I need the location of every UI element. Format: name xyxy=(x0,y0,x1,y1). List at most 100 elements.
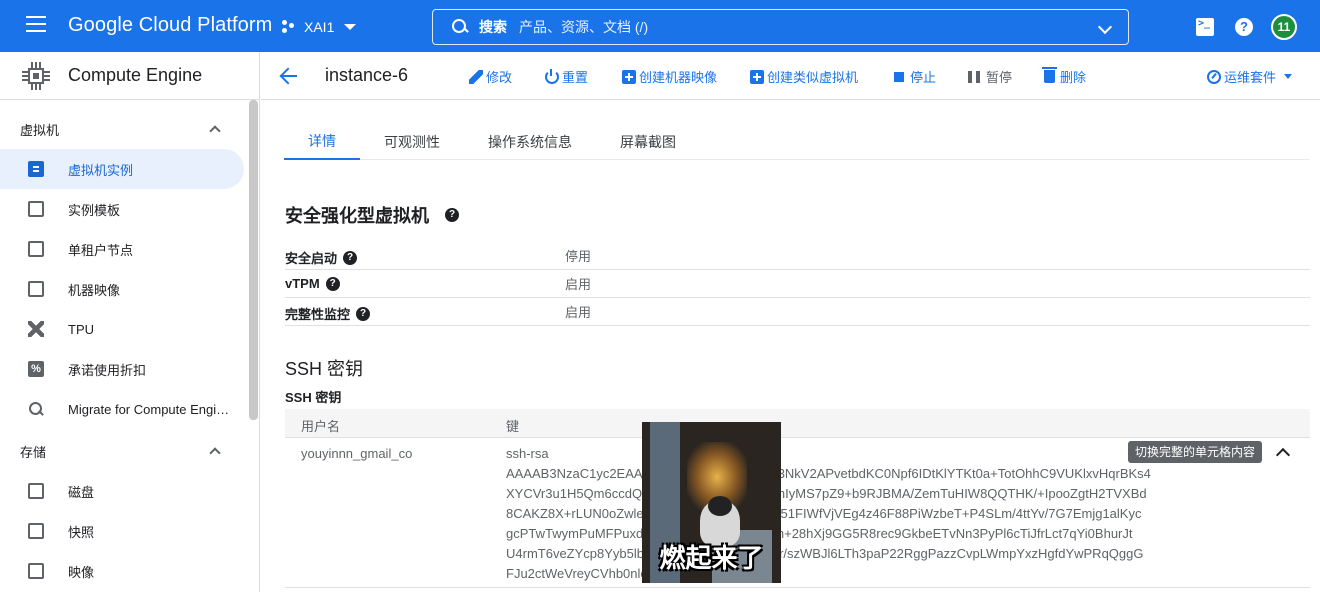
sidebar-item-label: 虚拟机实例 xyxy=(68,162,134,178)
tpu-icon xyxy=(28,321,44,337)
delete-button[interactable]: 删除 xyxy=(1042,67,1087,86)
sidebar-item-tpu[interactable]: TPU xyxy=(0,309,259,349)
help-icon[interactable]: ? xyxy=(325,276,340,291)
sidebar-item-migrate[interactable]: Migrate for Compute Engi… xyxy=(0,389,259,429)
image-icon xyxy=(28,563,44,579)
ssh-key-line: 8CAKZ8X+rLUN0oZwle N0XTL7E8Uu8C+IVXZ51FI… xyxy=(506,506,1142,521)
create-machine-image-label: 创建机器映像 xyxy=(639,70,718,85)
sidebar-item-label: Migrate for Compute Engi… xyxy=(68,401,230,417)
search-placeholder: 产品、资源、文档 (/) xyxy=(519,19,649,35)
ssh-key-value: ssh-rsa AAAAB3NzaC1yc2EAAA 5Tz50BKTju36y… xyxy=(506,444,1271,584)
help-icon[interactable]: ? xyxy=(445,208,459,222)
ssh-key-line: XYCVr3u1H5Qm6ccdQV Nbq44sj8aa0wt5UzhthIy… xyxy=(506,486,1147,501)
back-arrow-icon[interactable] xyxy=(279,66,299,86)
sole-tenant-icon xyxy=(28,241,44,257)
video-caption: 燃起来了 xyxy=(659,544,764,574)
create-machine-image-button[interactable]: 创建机器映像 xyxy=(622,67,717,86)
sidebar-item-label: 机器映像 xyxy=(68,282,121,298)
vtpm-value: 启用 xyxy=(565,277,592,292)
snapshot-icon xyxy=(28,523,44,539)
ssh-keys-title: SSH 密钥 xyxy=(285,359,364,379)
sidebar-item-machine-images[interactable]: 机器映像 xyxy=(0,269,259,309)
avatar[interactable]: 11 xyxy=(1271,14,1297,40)
sidebar-item-label: 磁盘 xyxy=(68,484,95,500)
sidebar-item-label: 快照 xyxy=(68,524,95,540)
sidebar-item-snapshots[interactable]: 快照 xyxy=(0,511,259,551)
vtpm-label: vTPM xyxy=(285,276,320,291)
shielded-vm-title: 安全强化型虚拟机 ? xyxy=(285,202,459,228)
compute-engine-icon xyxy=(22,61,50,90)
help-icon[interactable]: ? xyxy=(356,306,371,321)
ops-suite-label: 运维套件 xyxy=(1224,70,1277,85)
project-dots-icon xyxy=(282,20,296,34)
ssh-key-line: FJu2ctWeVreyCVhb0nle o xyxy=(506,566,659,581)
sidebar-scrollbar[interactable] xyxy=(249,100,258,420)
project-selector[interactable]: XAI1 xyxy=(282,14,357,40)
help-icon[interactable]: ? xyxy=(343,250,358,265)
sidebar: Compute Engine 虚拟机 虚拟机实例 实例模板 单租户节点 机器映像… xyxy=(0,52,260,592)
add-box-icon xyxy=(750,69,764,84)
ssh-keys-subtitle: SSH 密钥 xyxy=(285,390,342,405)
secure-boot-value: 停用 xyxy=(565,249,592,264)
pause-icon xyxy=(968,70,980,83)
sidebar-item-vm-instances[interactable]: 虚拟机实例 xyxy=(0,149,244,189)
caret-down-icon xyxy=(1284,74,1293,79)
pencil-icon xyxy=(469,69,483,84)
sidebar-item-disks[interactable]: 磁盘 xyxy=(0,471,259,511)
sidebar-section-vm[interactable]: 虚拟机 xyxy=(0,109,259,149)
power-icon xyxy=(545,68,559,84)
tab-screenshot[interactable]: 屏幕截图 xyxy=(596,124,700,160)
section-label: 虚拟机 xyxy=(20,122,60,138)
stop-button[interactable]: 停止 xyxy=(892,67,936,86)
sidebar-section-storage[interactable]: 存储 xyxy=(0,431,259,471)
help-icon[interactable]: ? xyxy=(1235,18,1253,36)
sidebar-item-label: 单租户节点 xyxy=(68,242,134,258)
sidebar-item-images[interactable]: 映像 xyxy=(0,551,259,591)
page-title: instance-6 xyxy=(325,65,409,85)
chevron-up-icon xyxy=(209,447,221,459)
ssh-key-line: gcPTwTwymPuMFPuxd vRmNMlJp8MyWH1/Uh+28hX… xyxy=(506,526,1133,541)
percent-icon: % xyxy=(28,361,44,377)
search-input[interactable]: 搜索 产品、资源、文档 (/) xyxy=(432,9,1129,45)
suspend-button[interactable]: 暂停 xyxy=(968,67,1012,86)
secure-boot-label: 安全启动 xyxy=(285,251,338,266)
reset-button[interactable]: 重置 xyxy=(545,67,588,86)
integrity-label: 完整性监控 xyxy=(285,307,351,322)
ops-suite-dropdown[interactable]: 运维套件 xyxy=(1207,67,1293,86)
tab-os-info[interactable]: 操作系统信息 xyxy=(464,124,596,160)
toggle-cell-tooltip: 切换完整的单元格内容 xyxy=(1128,441,1263,463)
create-similar-label: 创建类似虚拟机 xyxy=(767,70,859,85)
sidebar-item-instance-templates[interactable]: 实例模板 xyxy=(0,189,259,229)
chevron-down-icon[interactable] xyxy=(1097,19,1113,35)
caret-down-icon xyxy=(344,24,357,30)
row-key: vTPM? xyxy=(285,276,340,291)
row-key: 安全启动? xyxy=(285,248,358,267)
sidebar-item-sole-tenant[interactable]: 单租户节点 xyxy=(0,229,259,269)
menu-icon[interactable] xyxy=(26,16,46,36)
sidebar-item-label: 实例模板 xyxy=(68,202,121,218)
sidebar-item-committed-use[interactable]: % 承诺使用折扣 xyxy=(0,349,259,389)
column-header-username: 用户名 xyxy=(301,419,341,434)
disk-icon xyxy=(28,483,44,499)
sidebar-header: Compute Engine xyxy=(0,52,259,100)
column-header-key: 键 xyxy=(506,419,520,434)
integrity-value: 启用 xyxy=(565,305,592,320)
video-overlay: 燃起来了 xyxy=(642,422,781,583)
cloud-shell-icon[interactable] xyxy=(1196,18,1214,36)
vm-instance-icon xyxy=(28,161,44,177)
search-label: 搜索 xyxy=(479,19,507,35)
brand-title[interactable]: Google Cloud Platform xyxy=(68,14,272,37)
sidebar-title: Compute Engine xyxy=(68,65,203,85)
chevron-up-icon xyxy=(209,125,221,137)
delete-label: 删除 xyxy=(1060,70,1087,85)
sidebar-item-label: 映像 xyxy=(68,564,95,580)
top-app-bar: Google Cloud Platform XAI1 搜索 产品、资源、文档 (… xyxy=(0,0,1320,52)
edit-label: 修改 xyxy=(486,70,513,85)
secure-boot-row: 安全启动? 停用 xyxy=(285,242,1310,270)
tab-observability[interactable]: 可观测性 xyxy=(360,124,464,160)
create-similar-button[interactable]: 创建类似虚拟机 xyxy=(750,67,858,86)
search-icon xyxy=(28,401,44,417)
sidebar-item-label: 承诺使用折扣 xyxy=(68,362,147,378)
tab-details[interactable]: 详情 xyxy=(284,124,360,160)
edit-button[interactable]: 修改 xyxy=(469,67,512,86)
